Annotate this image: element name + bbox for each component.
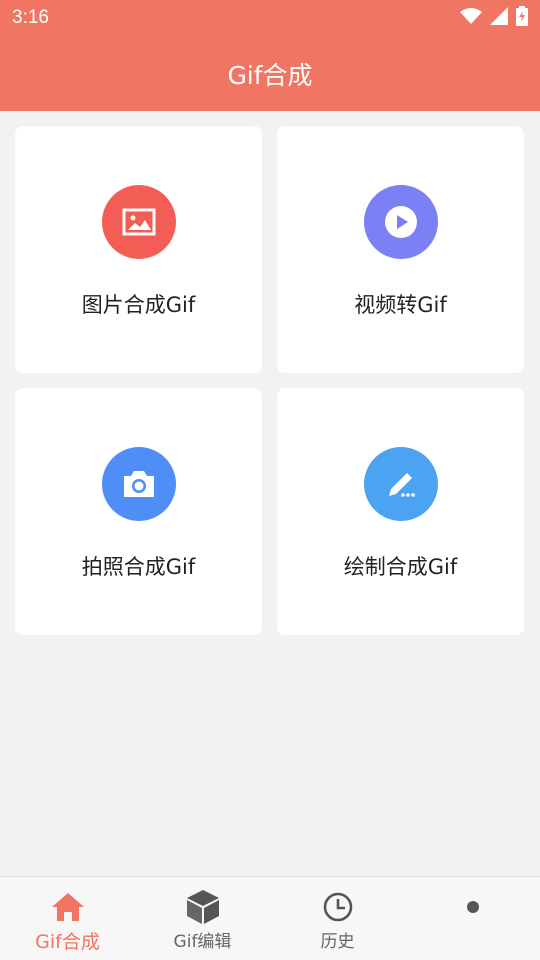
home-icon: [51, 889, 85, 925]
card-label: 视频转Gif: [354, 293, 447, 317]
card-image-to-gif[interactable]: 图片合成Gif: [15, 126, 262, 373]
status-bar: 3:16: [0, 0, 540, 36]
signal-icon: [490, 7, 508, 29]
camera-icon: [101, 447, 176, 521]
image-icon: [101, 185, 176, 259]
nav-item-gif-edit[interactable]: Gif编辑: [135, 877, 270, 960]
page-title: Gif合成: [227, 60, 313, 90]
card-label: 绘制合成Gif: [343, 555, 458, 579]
nav-label: 历史: [320, 932, 355, 952]
dot-icon: [466, 889, 480, 925]
nav-label: Gif编辑: [173, 932, 232, 952]
nav-item-gif-compose[interactable]: Gif合成: [0, 877, 135, 960]
box-icon: [186, 889, 220, 925]
card-draw-to-gif[interactable]: 绘制合成Gif: [277, 388, 524, 635]
play-icon: [363, 185, 438, 259]
pencil-icon: [363, 447, 438, 521]
battery-icon: [516, 6, 528, 30]
wifi-icon: [460, 8, 482, 28]
bottom-nav: Gif合成 Gif编辑 历史: [0, 876, 540, 960]
card-video-to-gif[interactable]: 视频转Gif: [277, 126, 524, 373]
card-label: 拍照合成Gif: [81, 555, 196, 579]
status-icons: [460, 6, 528, 30]
nav-item-more[interactable]: [405, 877, 540, 960]
nav-item-history[interactable]: 历史: [270, 877, 405, 960]
card-photo-to-gif[interactable]: 拍照合成Gif: [15, 388, 262, 635]
clock-icon: [322, 889, 354, 925]
status-time: 3:16: [12, 7, 49, 28]
card-label: 图片合成Gif: [81, 293, 196, 317]
app-bar: Gif合成: [0, 36, 540, 111]
nav-label: Gif合成: [35, 931, 100, 953]
